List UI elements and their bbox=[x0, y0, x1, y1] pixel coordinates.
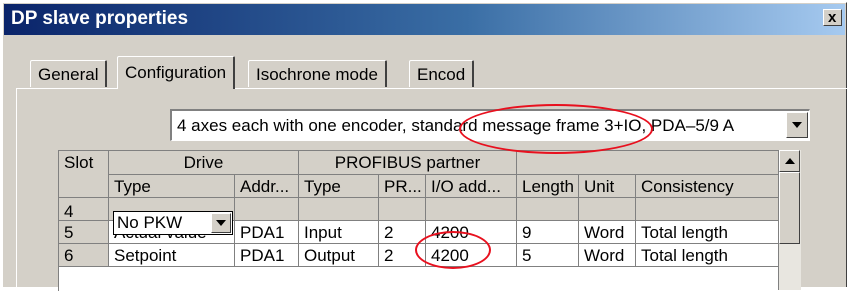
column-header-slot: Slot bbox=[59, 151, 109, 198]
table-cell[interactable]: Output bbox=[299, 244, 379, 267]
close-icon: x bbox=[828, 9, 837, 26]
row-slot-number: 4 bbox=[59, 198, 109, 221]
scroll-up-arrow-icon bbox=[785, 158, 795, 164]
table-cell[interactable]: PDA1 bbox=[235, 244, 299, 267]
table-cell[interactable]: Word bbox=[579, 244, 636, 267]
dropdown-arrow-icon bbox=[216, 220, 226, 226]
dialog-title: DP slave properties bbox=[11, 8, 189, 29]
tab-encoder[interactable]: Encod bbox=[409, 60, 475, 87]
table-cell[interactable]: Total length bbox=[636, 244, 779, 267]
tab-general[interactable]: General bbox=[30, 60, 108, 87]
table-cell[interactable]: 5 bbox=[517, 244, 579, 267]
telegram-select-dropdown-button[interactable] bbox=[786, 112, 808, 138]
table-cell[interactable] bbox=[299, 198, 379, 221]
title-bar[interactable]: DP slave properties x bbox=[4, 4, 845, 35]
group-header-drive: Drive bbox=[109, 151, 299, 175]
table-cell[interactable] bbox=[426, 198, 517, 221]
table-cell[interactable] bbox=[517, 198, 579, 221]
dropdown-arrow-icon bbox=[792, 122, 802, 128]
close-button[interactable]: x bbox=[823, 9, 842, 26]
table-cell[interactable] bbox=[235, 198, 299, 221]
column-header-pr: PR... bbox=[379, 175, 426, 198]
drive-type-dropdown-button[interactable] bbox=[211, 213, 231, 233]
column-header-length: Length bbox=[517, 175, 579, 198]
table-vertical-scrollbar[interactable] bbox=[778, 150, 801, 290]
row-slot-number: 6 bbox=[59, 244, 109, 267]
table-cell[interactable] bbox=[379, 198, 426, 221]
table-cell[interactable]: 9 bbox=[517, 221, 579, 244]
row-slot-number: 5 bbox=[59, 221, 109, 244]
column-header-unit: Unit bbox=[579, 175, 636, 198]
tab-configuration[interactable]: Configuration bbox=[117, 56, 236, 89]
table-cell[interactable]: Setpoint bbox=[109, 244, 235, 267]
column-header-drive-type: Type bbox=[109, 175, 235, 198]
table-cell[interactable] bbox=[579, 198, 636, 221]
column-header-io-address: I/O add... bbox=[426, 175, 517, 198]
scrollbar-thumb[interactable] bbox=[779, 172, 800, 244]
group-header-empty bbox=[517, 151, 779, 175]
column-header-address: Addr... bbox=[235, 175, 299, 198]
table-cell[interactable]: Input bbox=[299, 221, 379, 244]
column-header-consistency: Consistency bbox=[636, 175, 779, 198]
column-header-partner-type: Type bbox=[299, 175, 379, 198]
drive-type-select[interactable]: No PKW bbox=[113, 211, 233, 235]
table-cell[interactable]: PDA1 bbox=[235, 221, 299, 244]
table-cell[interactable]: Word bbox=[579, 221, 636, 244]
tab-isochrone-mode[interactable]: Isochrone mode bbox=[248, 60, 387, 87]
annotation-ellipse-io-address bbox=[415, 231, 491, 269]
annotation-ellipse-message-frame bbox=[459, 104, 653, 154]
group-header-profibus-partner: PROFIBUS partner bbox=[299, 151, 517, 175]
table-cell[interactable] bbox=[636, 198, 779, 221]
drive-type-select-value: No PKW bbox=[117, 213, 183, 232]
scroll-up-button[interactable] bbox=[779, 150, 800, 172]
table-cell[interactable]: Total length bbox=[636, 221, 779, 244]
